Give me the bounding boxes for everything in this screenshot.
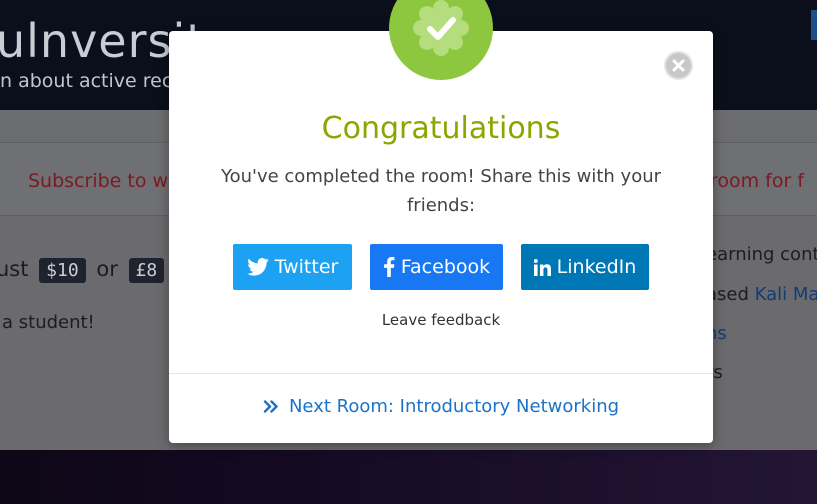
modal-divider xyxy=(169,373,713,374)
price-usd: $10 xyxy=(39,258,86,283)
facebook-icon xyxy=(383,257,395,277)
leave-feedback-link[interactable]: Leave feedback xyxy=(169,311,713,329)
congratulations-modal xyxy=(169,31,713,443)
next-room-link[interactable]: Next Room: Introductory Networking xyxy=(169,396,713,417)
facebook-label: Facebook xyxy=(400,256,491,278)
twitter-label: Twitter xyxy=(274,256,339,278)
right-text-line-1: earning cont xyxy=(706,244,817,265)
site-subtitle: n about active recor xyxy=(0,70,192,92)
double-chevron-right-icon xyxy=(263,400,278,413)
price-or: or xyxy=(96,257,118,281)
kali-link[interactable]: Kali Ma xyxy=(755,284,817,305)
right-text-line-2: ased Kali Ma xyxy=(706,284,817,305)
price-prefix: ust xyxy=(0,257,29,281)
page-footer xyxy=(0,450,817,504)
subscribe-text-left[interactable]: Subscribe to wa xyxy=(28,170,180,192)
price-gbp: £8 xyxy=(128,258,165,283)
price-text: ust $10 or £8 xyxy=(0,257,168,283)
close-button[interactable] xyxy=(664,51,693,80)
close-icon xyxy=(672,59,685,72)
facebook-share-button[interactable]: Facebook xyxy=(370,244,503,290)
modal-title: Congratulations xyxy=(321,111,561,146)
next-room-label: Next Room: Introductory Networking xyxy=(288,396,620,417)
twitter-share-button[interactable]: Twitter xyxy=(233,244,352,290)
linkedin-share-button[interactable]: LinkedIn xyxy=(521,244,649,290)
linkedin-label: LinkedIn xyxy=(556,256,637,278)
twitter-icon xyxy=(246,258,269,276)
right-text-prefix: ased xyxy=(706,284,755,305)
modal-message: You've completed the room! Share this wi… xyxy=(220,166,662,216)
header-button[interactable] xyxy=(811,10,817,40)
linkedin-icon xyxy=(533,258,551,276)
student-text: a student! xyxy=(2,312,95,333)
check-badge-shape xyxy=(413,0,469,56)
